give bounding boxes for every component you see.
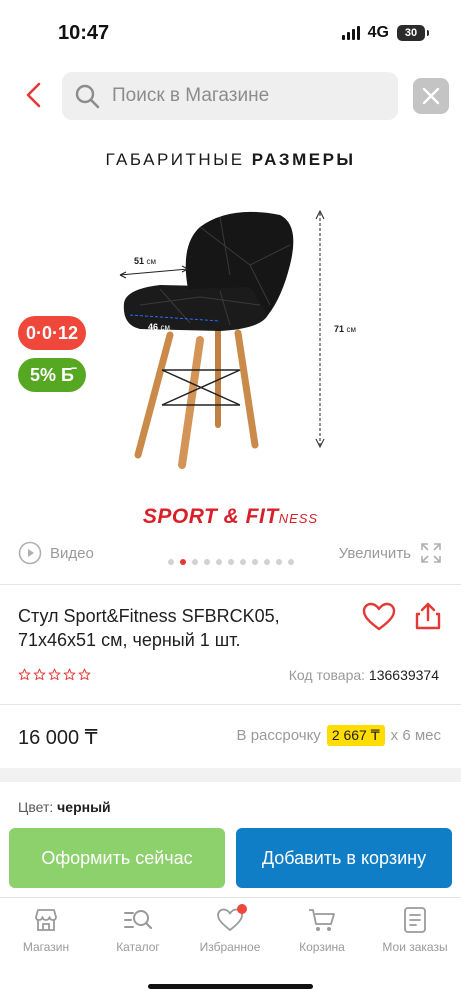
cart-icon xyxy=(309,909,335,931)
rating-stars xyxy=(18,668,91,681)
close-button[interactable] xyxy=(413,78,449,114)
slide-dot[interactable] xyxy=(287,559,294,565)
divider xyxy=(0,704,461,705)
slide-dot[interactable] xyxy=(263,559,270,565)
product-code-label: Код товара: xyxy=(288,667,366,683)
tab-orders-label: Мои заказы xyxy=(382,940,448,954)
search-icon xyxy=(75,84,100,109)
star-icon xyxy=(48,668,61,681)
tab-favorites-label: Избранное xyxy=(199,940,261,954)
network-type: 4G xyxy=(367,24,389,41)
dim-height-label: 71 см xyxy=(334,324,356,334)
catalog-search-icon xyxy=(124,910,153,930)
star-icon xyxy=(33,668,46,681)
dim-depth-value: 46 xyxy=(148,322,159,332)
search-placeholder: Поиск в Магазине xyxy=(112,85,270,106)
dim-width-unit: см xyxy=(146,257,157,266)
dim-height-value: 71 xyxy=(334,324,345,334)
notification-dot xyxy=(237,904,247,914)
divider xyxy=(0,584,461,585)
dim-height-unit: см xyxy=(346,325,357,334)
product-price: 16 000 ₸ xyxy=(18,727,98,749)
color-row: Цвет: черный xyxy=(18,799,111,815)
bonus-badge: 5% Б̄ xyxy=(18,358,86,392)
shop-icon xyxy=(35,909,57,931)
top-bar: Поиск в Магазине xyxy=(0,70,461,122)
status-icons: 4G 30 xyxy=(341,24,429,42)
dim-width-value: 51 xyxy=(134,256,145,266)
status-time: 10:47 xyxy=(58,22,110,44)
star-icon xyxy=(78,668,91,681)
product-code-value: 136639374 xyxy=(368,667,439,683)
slide-dot[interactable] xyxy=(251,559,258,565)
brand-logo: SPORT & FITNESS xyxy=(0,505,461,529)
product-gallery[interactable]: ГАБАРИТНЫЕ РАЗМЕРЫ 51 см 46 см 71 см SPO… xyxy=(0,130,461,580)
buy-now-button[interactable]: Оформить сейчас xyxy=(9,828,225,888)
color-label: Цвет: xyxy=(18,799,54,815)
gallery-title: ГАБАРИТНЫЕ РАЗМЕРЫ xyxy=(0,150,461,170)
signal-icon xyxy=(341,26,360,40)
tab-shop-label: Магазин xyxy=(22,940,70,954)
gallery-title-regular: ГАБАРИТНЫЕ xyxy=(105,150,252,169)
search-input[interactable]: Поиск в Магазине xyxy=(62,72,398,120)
section-separator xyxy=(0,768,461,782)
installment-badge: 0·0·12 xyxy=(18,316,86,350)
gallery-title-bold: РАЗМЕРЫ xyxy=(251,150,356,169)
tab-cart-label: Корзина xyxy=(299,940,345,954)
back-button[interactable] xyxy=(20,80,50,110)
star-icon xyxy=(63,668,76,681)
orders-icon xyxy=(404,907,426,933)
slide-indicator[interactable] xyxy=(0,559,461,565)
battery-icon: 30 xyxy=(397,25,429,41)
heart-icon xyxy=(362,602,396,631)
installment-term: х 6 мес xyxy=(390,727,441,744)
dim-width-label: 51 см xyxy=(134,256,156,266)
product-title: Стул Sport&Fitness SFBRCK05, 71x46x51 см… xyxy=(18,606,280,650)
slide-dot[interactable] xyxy=(179,559,186,565)
slide-dot[interactable] xyxy=(191,559,198,565)
slide-dot[interactable] xyxy=(167,559,174,565)
tab-orders[interactable]: Мои заказы xyxy=(369,906,461,954)
color-value: черный xyxy=(57,799,111,815)
installment-label: В рассрочку xyxy=(236,727,321,744)
star-icon xyxy=(18,668,31,681)
brand-logo-tail: NESS xyxy=(278,511,319,526)
slide-dot[interactable] xyxy=(215,559,222,565)
favorite-button[interactable] xyxy=(362,602,396,632)
chevron-left-icon xyxy=(26,82,41,108)
close-icon xyxy=(422,87,440,105)
add-to-cart-button[interactable]: Добавить в корзину xyxy=(236,828,452,888)
chair-image xyxy=(119,209,325,469)
slide-dot[interactable] xyxy=(227,559,234,565)
share-icon xyxy=(415,602,441,630)
tab-catalog[interactable]: Каталог xyxy=(92,906,184,954)
tab-shop[interactable]: Магазин xyxy=(0,906,92,954)
installment-info[interactable]: В рассрочку 2 667 ₸ х 6 мес xyxy=(237,725,441,746)
status-bar: 10:47 4G 30 xyxy=(0,0,461,62)
product-code: Код товара: 136639374 xyxy=(289,667,439,683)
dim-depth-label: 46 см xyxy=(148,322,170,332)
tab-cart[interactable]: Корзина xyxy=(276,906,368,954)
installment-amount: 2 667 ₸ xyxy=(326,725,385,746)
dim-depth-unit: см xyxy=(160,323,171,332)
slide-dot[interactable] xyxy=(239,559,246,565)
slide-dot[interactable] xyxy=(275,559,282,565)
tab-favorites[interactable]: Избранное xyxy=(184,904,276,954)
slide-dot[interactable] xyxy=(203,559,210,565)
share-button[interactable] xyxy=(414,601,442,631)
home-indicator xyxy=(148,984,313,989)
tab-catalog-label: Каталог xyxy=(116,940,160,954)
brand-logo-main: SPORT & FIT xyxy=(142,505,279,528)
